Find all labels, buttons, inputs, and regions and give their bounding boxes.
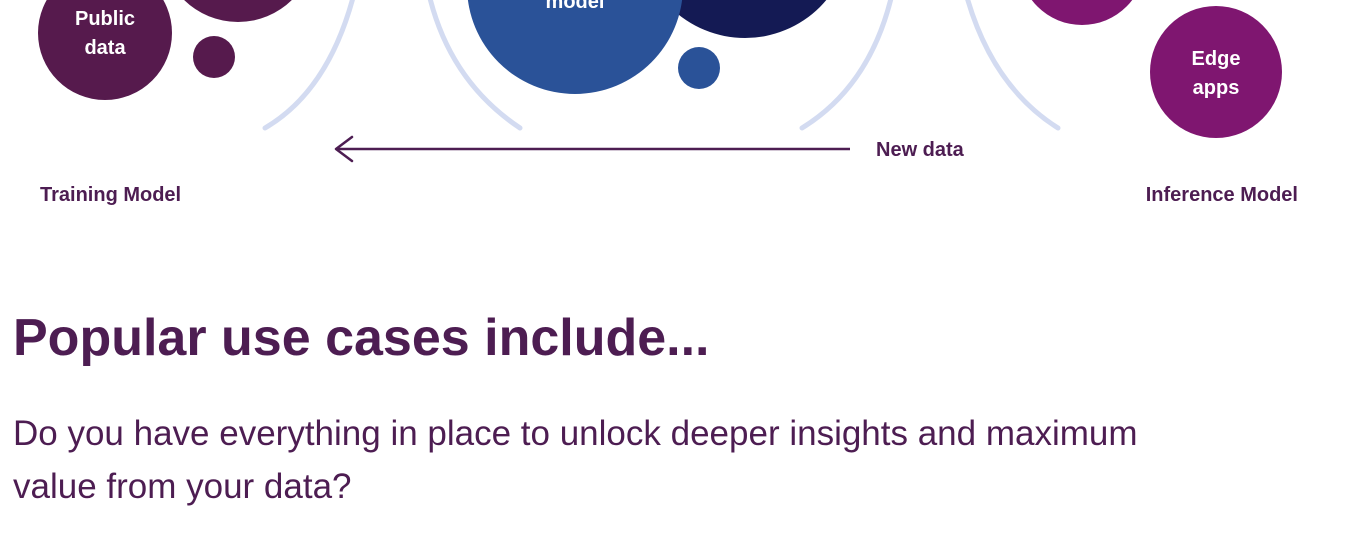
arc-right-outer (965, 0, 1061, 131)
new-data-label: New data (876, 139, 965, 161)
bubble-edge-apps (1150, 6, 1282, 138)
bubble-edge-apps-line2: apps (1193, 77, 1240, 99)
training-inference-diagram: Public data model Edge apps New data Tra… (38, 0, 1298, 206)
bubble-public-data-line2: data (84, 37, 126, 59)
bubble-small-blue (678, 47, 720, 89)
bubble-top-left-partial (184, 0, 292, 22)
bubble-model (467, 0, 683, 94)
bubble-public-data-line1: Public (75, 8, 135, 30)
arc-center-right (799, 0, 894, 131)
inference-model-label: Inference Model (1146, 184, 1298, 206)
bubble-edge-apps-line1: Edge (1192, 48, 1241, 70)
section-body: Do you have everything in place to unloc… (13, 414, 1138, 506)
bubble-top-right-partial (1031, 0, 1133, 25)
training-model-label: Training Model (40, 184, 181, 206)
section-heading: Popular use cases include... (13, 309, 710, 367)
arc-left-outer (262, 0, 355, 131)
bubble-model-label: model (546, 0, 605, 13)
bubble-small-plum (193, 36, 235, 78)
